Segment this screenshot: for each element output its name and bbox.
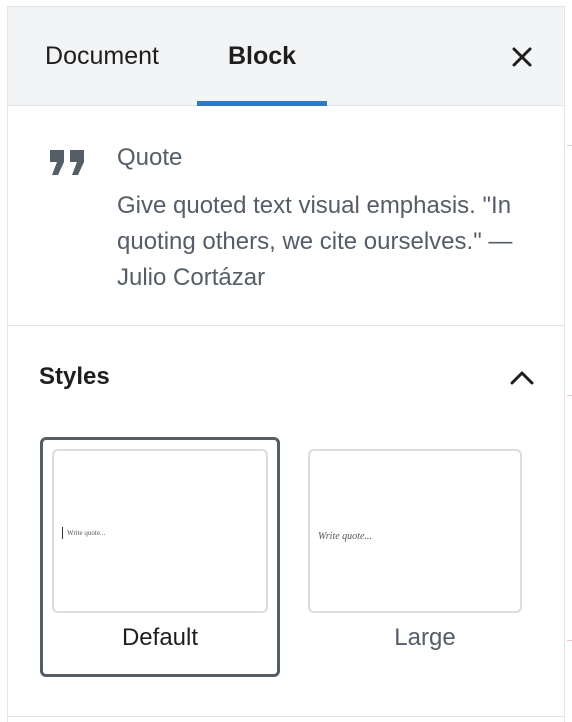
styles-panel-toggle[interactable] (502, 358, 542, 398)
block-inspector-sidebar: Document Block Quote Give quoted text vi… (7, 6, 565, 722)
tab-document-label: Document (45, 41, 159, 70)
tab-document[interactable]: Document (22, 7, 182, 105)
style-option-large[interactable]: Write quote... Large (305, 437, 545, 677)
styles-panel-title[interactable]: Styles (39, 363, 110, 391)
style-option-label: Default (121, 624, 199, 651)
close-sidebar-button[interactable] (502, 37, 542, 77)
styles-panel: Styles Write quote... Default Write quot… (8, 326, 564, 717)
editor-canvas-edge (567, 0, 572, 722)
sidebar-header: Document Block (8, 7, 564, 106)
tab-block-label: Block (227, 41, 297, 70)
preview-text: Write quote... (62, 527, 105, 539)
tab-block[interactable]: Block (197, 7, 327, 106)
preview-text: Write quote... (318, 531, 372, 542)
chevron-up-icon (510, 371, 534, 385)
style-option-label: Large (394, 624, 456, 651)
style-preview-large: Write quote... (308, 449, 522, 613)
block-title: Quote (117, 144, 183, 171)
style-option-default[interactable]: Write quote... Default (40, 437, 280, 677)
style-preview-default: Write quote... (52, 449, 268, 613)
block-description: Give quoted text visual emphasis. "In qu… (117, 192, 513, 291)
block-card: Quote Give quoted text visual emphasis. … (8, 106, 564, 326)
quote-icon (50, 150, 84, 175)
close-icon (512, 47, 532, 67)
